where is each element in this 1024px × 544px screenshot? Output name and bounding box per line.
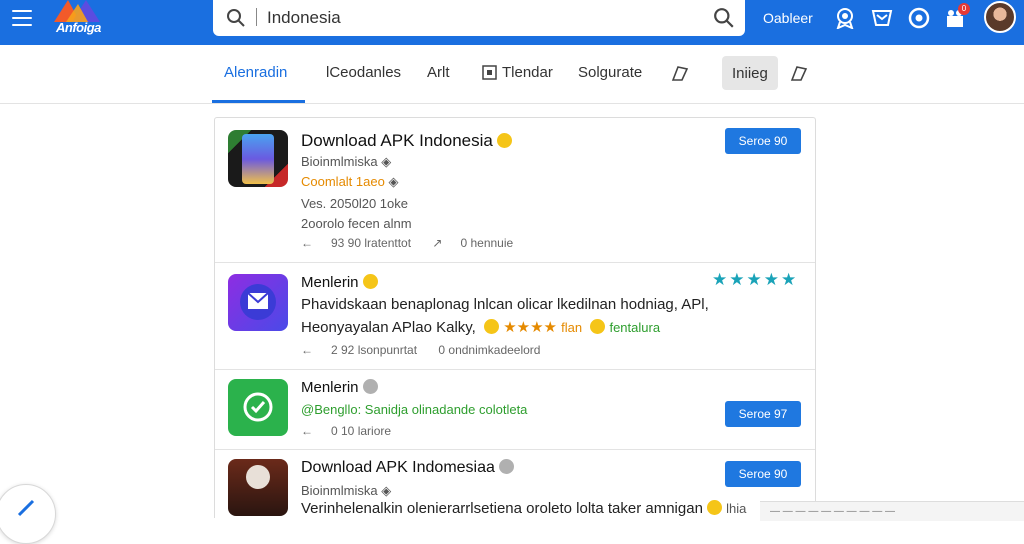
result-meta: ← 93 90 lratenttot ↗ 0 hennuie (301, 236, 514, 250)
search-divider (256, 8, 257, 26)
result-body-2: Heonyayalan APlao Kalky, ★★★★ flan fenta… (301, 319, 661, 336)
rating-stars: ★★★★★ (712, 270, 799, 289)
top-app-bar: Anfoiga Oableer 0 (0, 0, 1024, 45)
avatar[interactable] (984, 1, 1016, 33)
tag-icon (482, 65, 497, 80)
search-submit-icon[interactable] (713, 7, 735, 29)
result-title[interactable]: Menlerin (301, 274, 378, 291)
chat-bubble-icon (243, 392, 273, 422)
active-tab-indicator (212, 100, 305, 103)
tab-tlendar[interactable]: Tlendar (502, 64, 553, 81)
result-subtitle: Bioinmlmiska ◈ (301, 483, 392, 498)
smile-emoji-icon (590, 319, 606, 334)
toast-bar: — — — — — — — — — — (760, 501, 1024, 521)
search-bar[interactable] (213, 0, 745, 36)
smile-emoji-icon (706, 500, 722, 515)
search-icon (227, 9, 245, 27)
result-line: @Bengllo: Sanidja olinadande colotleta (301, 402, 528, 417)
floating-action-button[interactable] (0, 484, 56, 544)
app-icon-game (228, 459, 288, 516)
result-title[interactable]: Menlerin (301, 379, 378, 396)
result-meta: ← 0 10 lariore (301, 424, 392, 438)
result-meta: ← 2 92 lsonpunrtat 0 ondnimkadeelord (301, 343, 541, 357)
tab-arlt[interactable]: Arlt (427, 64, 450, 81)
result-extra: 2oorolo fecen alnm (301, 216, 412, 231)
neutral-emoji-icon (362, 379, 378, 394)
tab-alenradin[interactable]: Alenradin (224, 64, 287, 81)
serve-button[interactable]: Seroe 90 (725, 461, 801, 487)
result-subtitle: Bioinmlmiska ◈ (301, 154, 392, 169)
help-icon[interactable] (908, 7, 930, 29)
arrow-left-icon: ← (301, 343, 313, 357)
serve-button[interactable]: Seroe 90 (725, 128, 801, 154)
neutral-emoji-icon (498, 459, 514, 474)
inbox-icon[interactable] (871, 7, 893, 29)
search-input[interactable] (265, 5, 699, 31)
tab-solgurate[interactable]: Solgurate (578, 64, 642, 81)
list-item[interactable]: Download APK Indomesiaa Bioinmlmiska ◈ V… (215, 449, 815, 519)
inline-rating-stars: ★★★★ (503, 319, 557, 336)
list-item[interactable]: Menlerin ★★★★★ Phavidskaan benaplonag ln… (215, 262, 815, 370)
result-title[interactable]: Download APK Indonesia (301, 131, 512, 151)
result-status: Coomlalt 1aeo ◈ (301, 174, 399, 189)
serve-button[interactable]: Seroe 97 (725, 401, 801, 427)
menu-icon[interactable] (12, 10, 32, 26)
result-body: Phavidskaan benaplonag lnlcan olicar lke… (301, 296, 709, 313)
result-title[interactable]: Download APK Indomesiaa (301, 459, 514, 477)
list-item[interactable]: Menlerin @Bengllo: Sanidja olinadande co… (215, 369, 815, 450)
app-icon-whatsapp (228, 379, 288, 436)
arrow-right-icon: ↗ (432, 236, 443, 250)
results-list: Download APK Indonesia Bioinmlmiska ◈ Co… (214, 117, 816, 518)
result-version: Ves. 2050l20 1oke (301, 196, 408, 211)
category-tabs: Alenradin lCeodanles Arlt Tlendar Solgur… (0, 45, 1024, 104)
bookmark-outline-icon[interactable] (789, 63, 809, 83)
tab-ceodanles[interactable]: lCeodanles (326, 64, 401, 81)
arrow-left-icon: ← (301, 236, 313, 250)
app-icon-mail (228, 274, 288, 331)
app-logo-text: Anfoiga (56, 20, 101, 35)
header-account-label[interactable]: Oableer (763, 10, 813, 26)
list-item[interactable]: Download APK Indonesia Bioinmlmiska ◈ Co… (215, 118, 815, 263)
award-icon[interactable] (834, 7, 856, 29)
tab-iniieg[interactable]: Iniieg (722, 56, 778, 90)
bookmark-icon[interactable] (670, 63, 690, 83)
mail-icon (247, 292, 269, 309)
app-icon-phone (228, 130, 288, 187)
arrow-left-icon: ← (301, 424, 313, 438)
link-icon (17, 499, 35, 517)
tab-iniieg-label: Iniieg (732, 65, 768, 82)
notification-badge: 0 (958, 3, 970, 15)
smile-emoji-icon (496, 133, 512, 148)
smile-emoji-icon (362, 274, 378, 289)
smile-emoji-icon (484, 319, 500, 334)
result-body: Verinhelenalkin olenierarrlsetiena orole… (301, 500, 747, 517)
